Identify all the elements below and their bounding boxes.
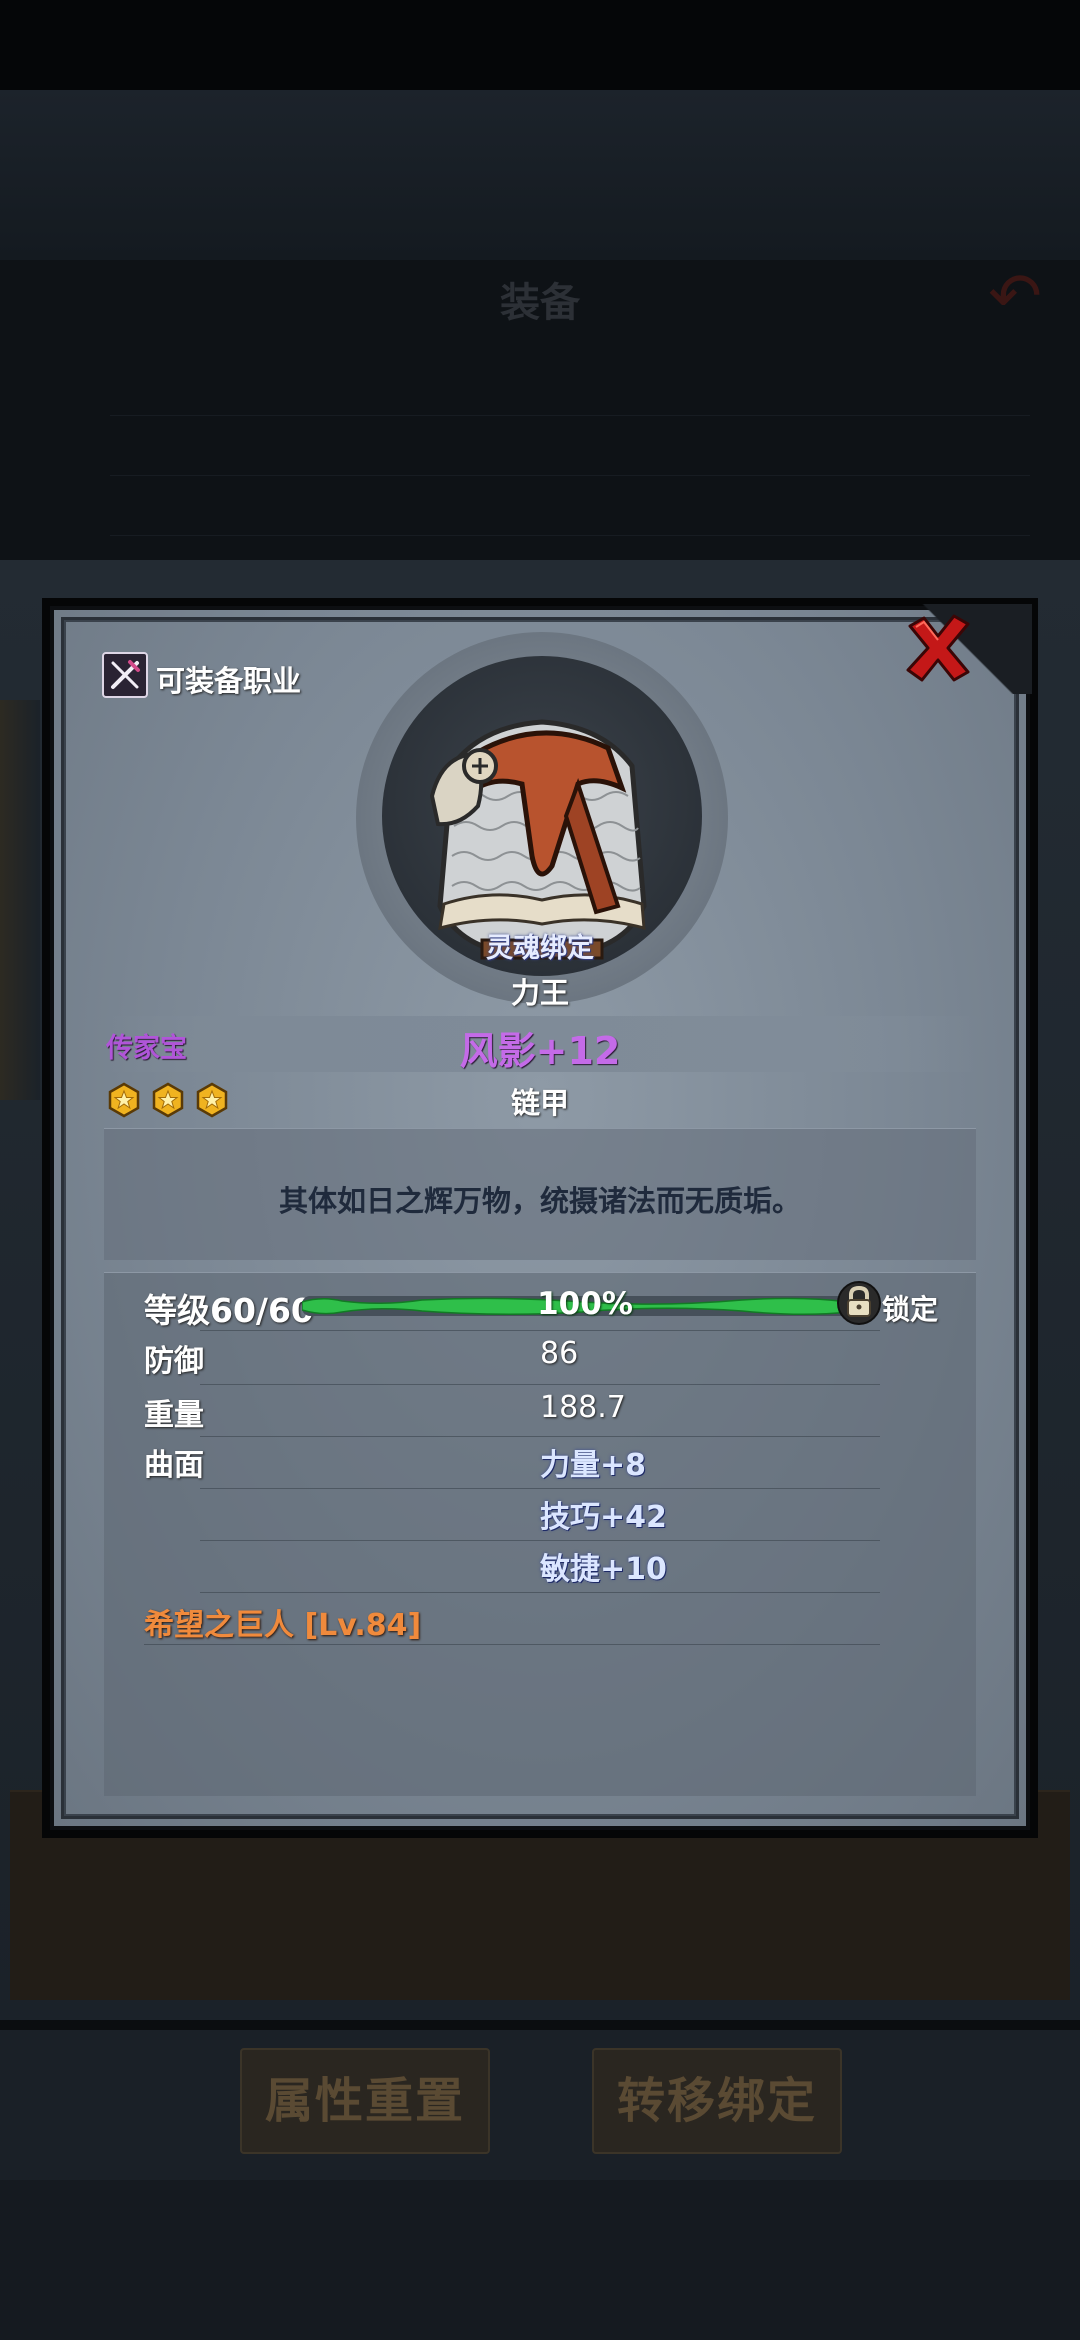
job-requirement-button[interactable] — [102, 652, 148, 698]
stat-divider — [200, 1540, 880, 1541]
close-button[interactable] — [896, 606, 980, 690]
status-bar-area — [0, 0, 1080, 90]
back-arrow-icon: ↶ — [988, 260, 1042, 334]
stat-divider — [200, 1436, 880, 1437]
hex-star-icon — [196, 1082, 228, 1118]
stat-bonus-skill: 技巧+42 — [540, 1500, 667, 1535]
padlock-icon[interactable] — [836, 1280, 882, 1326]
background-row — [110, 430, 1030, 476]
stat-divider — [200, 1592, 880, 1593]
job-requirement-label: 可装备职业 — [156, 664, 302, 698]
background-row — [110, 370, 1030, 416]
lock-label[interactable]: 锁定 — [882, 1288, 938, 1328]
background-banner — [0, 90, 1080, 260]
stat-bonus-strength: 力量+8 — [540, 1448, 647, 1483]
item-description: 其体如日之辉万物，统摄诸法而无质垢。 — [278, 1184, 801, 1218]
stat-label-weight: 重量 — [144, 1398, 204, 1433]
level-progress-text: 100% — [537, 1286, 633, 1322]
background-header-title: 装备 — [500, 280, 580, 326]
transfer-bind-button[interactable]: 转移绑定 — [592, 2048, 842, 2154]
hex-star-icon — [108, 1082, 140, 1118]
stat-value-weight: 188.7 — [540, 1390, 626, 1425]
set-bonus-name: 希望之巨人 [Lv.84] — [144, 1608, 422, 1643]
star-rating — [106, 1082, 230, 1118]
hex-star-icon — [152, 1082, 184, 1118]
item-type: 链甲 — [510, 1086, 569, 1120]
attribute-reset-button[interactable]: 属性重置 — [240, 2048, 490, 2154]
background-bottom-strip — [0, 2180, 1080, 2340]
level-label: 等级60/60 — [144, 1291, 314, 1330]
rarity-label: 传家宝 — [106, 1033, 187, 1064]
stat-divider — [200, 1488, 880, 1489]
set-divider — [144, 1644, 880, 1645]
item-name: 风影+12 — [459, 1029, 621, 1073]
stat-label-surface: 曲面 — [144, 1448, 204, 1483]
crossed-tools-icon — [111, 660, 140, 689]
stat-divider — [200, 1330, 880, 1331]
close-x-icon — [906, 614, 970, 682]
stat-bonus-agility: 敏捷+10 — [540, 1552, 667, 1587]
stat-value-defense: 86 — [540, 1336, 579, 1371]
background-row — [110, 490, 1030, 536]
stat-divider — [200, 1384, 880, 1385]
stat-label-defense: 防御 — [144, 1344, 204, 1379]
soulbind-tag: 灵魂绑定 — [486, 933, 594, 964]
background-side-panel — [0, 700, 40, 1100]
class-name: 力王 — [510, 976, 569, 1010]
